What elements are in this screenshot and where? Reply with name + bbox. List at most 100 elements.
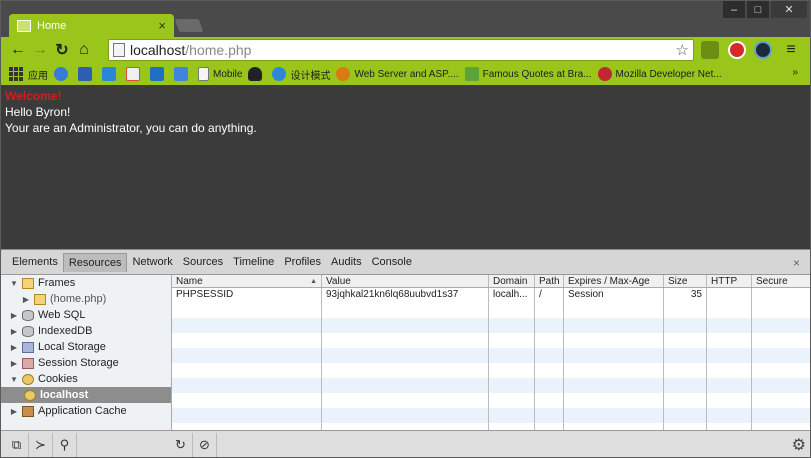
tab-console[interactable]: Console [367,253,417,271]
collapsed-arrow-icon[interactable]: ▶ [9,407,19,416]
column-header-expires[interactable]: Expires / Max-Age [564,275,664,287]
expanded-arrow-icon[interactable]: ▼ [9,375,19,384]
maximize-button[interactable]: □ [747,1,769,18]
empty-cell [489,393,535,408]
resources-sidebar: ▼ Frames ▶ (home.php) ▶ Web SQL ▶ Indexe… [1,275,172,431]
bookmark-5[interactable] [150,67,168,81]
bookmark-3[interactable] [102,67,120,81]
column-header-path[interactable]: Path [535,275,564,287]
table-row[interactable]: PHPSESSID 93jqhkal21kn6lq68uubvd1s37 loc… [172,288,810,303]
show-console-button[interactable]: ≻ [29,433,53,457]
cookie-icon [24,389,36,401]
tab-timeline[interactable]: Timeline [228,253,279,271]
address-bar[interactable]: localhost/home.php ☆ [108,39,694,61]
forward-button[interactable]: → [29,39,51,61]
empty-cell [707,333,752,348]
refresh-button[interactable]: ↻ [169,433,193,457]
tree-item-cookies[interactable]: ▼ Cookies [1,371,171,387]
clear-button[interactable]: ⊘ [193,433,217,457]
bookmark-apps[interactable]: 应用 [9,67,48,82]
devtools-statusbar: ⧉ ≻ ⚲ ↻ ⊘ ⚙ [1,430,810,457]
eyedropper-extension-icon[interactable] [701,41,719,59]
page-icon [113,43,125,57]
bookmark-design-patterns[interactable]: 设计模式 [272,67,330,82]
minimize-button[interactable]: – [723,1,745,18]
tree-item-home-php[interactable]: ▶ (home.php) [1,291,171,307]
empty-cell [664,333,707,348]
devtools-close-button[interactable]: × [793,256,800,270]
tree-label: Web SQL [38,309,86,321]
expanded-arrow-icon[interactable]: ▼ [9,279,19,288]
back-button[interactable]: ← [7,39,29,61]
empty-cell [707,393,752,408]
bookmark-label: 设计模式 [290,70,331,82]
tree-item-session-storage[interactable]: ▶ Session Storage [1,355,171,371]
bookmark-star-icon[interactable]: ☆ [676,41,689,59]
grid-icon [78,67,92,81]
collapsed-arrow-icon[interactable]: ▶ [9,311,19,320]
tab-sources[interactable]: Sources [178,253,228,271]
bookmark-famous-quotes[interactable]: Famous Quotes at Bra... [464,67,592,81]
bookmark-mozilla[interactable]: Mozilla Developer Net... [597,67,722,81]
empty-cell [489,303,535,318]
dark-circle-extension-icon[interactable] [754,41,772,59]
bookmarks-overflow-button[interactable]: » [792,67,798,78]
settings-gear-icon[interactable]: ⚙ [792,435,806,455]
home-button[interactable]: ⌂ [73,39,95,61]
outlook-icon [150,67,164,81]
empty-cell [664,303,707,318]
empty-cell [535,348,564,363]
empty-cell [564,378,664,393]
tab-resources[interactable]: Resources [62,252,128,272]
cell-value: 93jqhkal21kn6lq68uubvd1s37 [322,288,489,303]
bookmark-6[interactable] [174,67,192,81]
tab-profiles[interactable]: Profiles [279,253,326,271]
bookmark-web-server[interactable]: Web Server and ASP.... [336,67,459,81]
tab-network[interactable]: Network [127,253,177,271]
empty-cell [564,363,664,378]
table-row [172,363,810,378]
tab-close-icon[interactable]: × [158,18,166,33]
new-tab-button[interactable] [174,19,204,32]
tree-item-localhost[interactable]: localhost [1,387,171,403]
menu-button[interactable]: ≡ [780,39,802,61]
column-header-secure[interactable]: Secure [752,275,810,287]
column-header-value[interactable]: Value [322,275,489,287]
empty-cell [535,303,564,318]
tab-audits[interactable]: Audits [326,253,367,271]
column-header-domain[interactable]: Domain [489,275,535,287]
tree-item-web-sql[interactable]: ▶ Web SQL [1,307,171,323]
tab-home[interactable]: Home × [9,14,174,37]
tree-item-application-cache[interactable]: ▶ Application Cache [1,403,171,419]
devtools-panel: Elements Resources Network Sources Timel… [1,249,810,457]
dock-button[interactable]: ⧉ [5,433,29,457]
collapsed-arrow-icon[interactable]: ▶ [9,359,19,368]
tree-item-frames[interactable]: ▼ Frames [1,275,171,291]
empty-cell [752,363,810,378]
bookmark-8[interactable] [248,67,266,81]
bookmark-2[interactable] [78,67,96,81]
stop-extension-icon[interactable] [728,41,746,59]
bookmark-mobile[interactable]: Mobile [198,67,242,81]
blue-globe-icon [54,67,68,81]
tab-elements[interactable]: Elements [7,253,63,271]
collapsed-arrow-icon[interactable]: ▶ [9,343,19,352]
reload-button[interactable]: ↻ [51,39,73,61]
tree-item-local-storage[interactable]: ▶ Local Storage [1,339,171,355]
bookmark-4[interactable] [126,67,144,81]
column-header-name[interactable]: Name ▲ [172,275,322,287]
bookmark-label: Mobile [213,68,243,80]
column-header-size[interactable]: Size [664,275,707,287]
close-window-button[interactable]: ✕ [771,1,807,18]
empty-cell [489,408,535,423]
column-header-http[interactable]: HTTP [707,275,752,287]
tree-label: IndexedDB [38,325,93,337]
search-icon[interactable]: ⚲ [53,433,77,457]
bookmark-1[interactable] [54,67,72,81]
collapsed-arrow-icon[interactable]: ▶ [9,327,19,336]
page-content: Welcome! Hello Byron! Your are an Admini… [1,85,810,249]
empty-cell [172,408,322,423]
cell-name: PHPSESSID [172,288,322,303]
tree-item-indexeddb[interactable]: ▶ IndexedDB [1,323,171,339]
collapsed-arrow-icon[interactable]: ▶ [21,295,31,304]
